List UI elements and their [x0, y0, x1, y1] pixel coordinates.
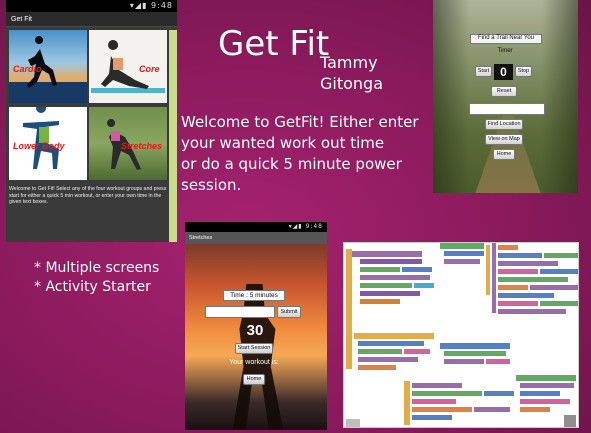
timer-label: Timer: [497, 48, 513, 54]
author-last-name: Gitonga: [320, 74, 384, 93]
welcome-line-2: your wanted work out time: [181, 134, 385, 152]
tile-core[interactable]: Core: [89, 30, 167, 103]
tile-core-label: Core: [139, 64, 160, 74]
home-button[interactable]: Home: [493, 149, 515, 160]
tile-lower-body-label: Lower Body: [13, 141, 65, 151]
scroll-rail: [169, 30, 177, 242]
tile-cardio[interactable]: Cardio: [9, 30, 87, 103]
author-name: Tammy Gitonga: [320, 52, 383, 94]
trail-finder-screen: Find a Trail Near You Timer Start 0 Stop…: [433, 0, 578, 193]
location-input[interactable]: [469, 103, 545, 115]
tile-cardio-label: Cardio: [13, 64, 42, 74]
blocks-editor-canvas: [343, 242, 579, 428]
tile-lower-body[interactable]: Lower Body: [9, 107, 87, 180]
code-blocks-image: [344, 243, 578, 427]
workout-label: Your workout is:: [229, 359, 279, 366]
find-location-button[interactable]: Find Location: [485, 119, 523, 130]
stretches-screen: ▾◢▮ 9:48 Stretches Time : 5 minutes Subm…: [185, 222, 327, 430]
view-on-map-button[interactable]: View on Map: [485, 134, 523, 145]
tile-stretches[interactable]: Stretches: [89, 107, 167, 180]
welcome-line-1: Welcome to GetFit! Either enter: [181, 113, 419, 131]
feature-list: * Multiple screens * Activity Starter: [34, 259, 159, 297]
submit-button[interactable]: Submit: [277, 306, 301, 318]
app-title: Get Fit: [218, 24, 330, 64]
time-label: Time : 5 minutes: [223, 290, 285, 301]
workout-grid: Cardio Core Lower Body Stretches: [9, 30, 169, 180]
feature-item: * Activity Starter: [34, 279, 151, 295]
home-screen-phone: ▾◢▮ 9:48 Get Fit Cardio Core Lower Body: [6, 0, 177, 242]
status-bar: ▾◢▮ 9:48: [185, 222, 327, 232]
welcome-text: Welcome to GetFit! Either enter your wan…: [181, 112, 451, 196]
start-session-button[interactable]: Start Session: [235, 343, 273, 354]
home-description: Welcome to Get Fit! Select any of the fo…: [9, 186, 167, 205]
start-button[interactable]: Start: [475, 66, 492, 77]
home-button[interactable]: Home: [243, 374, 265, 385]
status-icons: ▾◢▮ 9:48: [288, 223, 323, 230]
status-bar: ▾◢▮ 9:48: [6, 0, 177, 12]
status-time: 9:48: [151, 1, 173, 10]
author-first-name: Tammy: [320, 53, 378, 72]
screen-title: Get Fit: [6, 12, 177, 27]
reset-button[interactable]: Reset: [491, 86, 517, 97]
timer-display: 0: [494, 64, 513, 80]
status-time: 9:48: [305, 223, 323, 230]
tile-stretches-label: Stretches: [121, 141, 163, 151]
time-input[interactable]: [205, 306, 275, 318]
screen-title: Stretches: [185, 232, 327, 244]
countdown-display: 30: [246, 322, 264, 339]
feature-item: * Multiple screens: [34, 260, 160, 276]
welcome-line-3: or do a quick 5 minute power session.: [181, 155, 402, 194]
stop-button[interactable]: Stop: [515, 66, 532, 77]
find-trail-label: Find a Trail Near You: [470, 34, 542, 44]
status-icons: ▾◢▮ 9:48: [129, 1, 173, 10]
